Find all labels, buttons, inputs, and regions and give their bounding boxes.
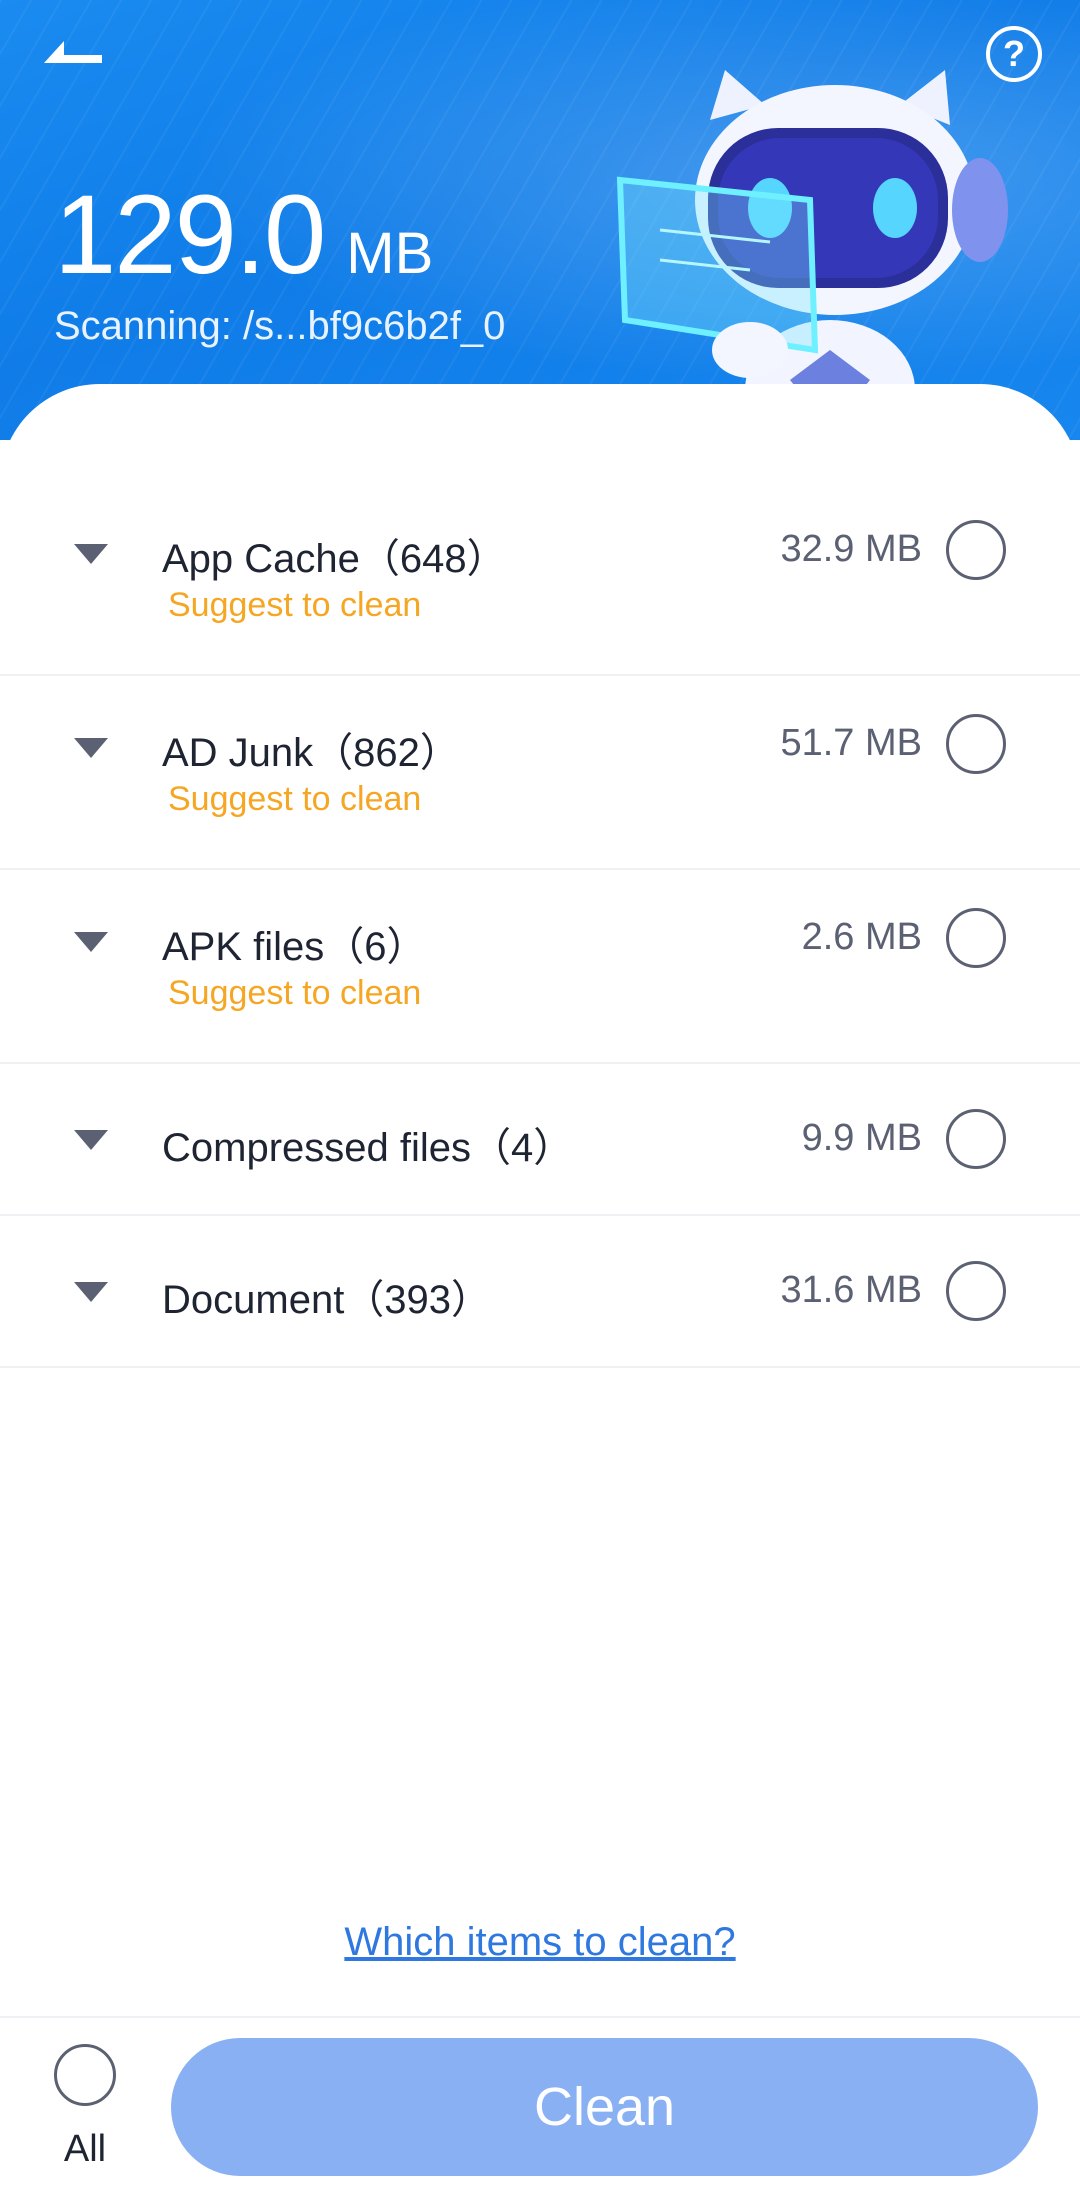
category-row-document[interactable]: Document（393） 31.6 MB (0, 1216, 1080, 1368)
category-size: 31.6 MB (780, 1269, 922, 1311)
caret-down-icon (74, 544, 108, 564)
back-arrow-icon (44, 41, 102, 63)
category-row-compressed-files[interactable]: Compressed files（4） 9.9 MB (0, 1064, 1080, 1216)
caret-down-icon (74, 1130, 108, 1150)
caret-down-icon (74, 1282, 108, 1302)
caret-down-icon (74, 738, 108, 758)
suggest-label: Suggest to clean (168, 974, 422, 1012)
category-title: AD Junk（862） (162, 731, 460, 775)
junk-category-list: App Cache（648） Suggest to clean 32.9 MB … (0, 482, 1080, 1368)
select-all-label: All (63, 2128, 107, 2170)
radio-unchecked-icon[interactable] (946, 520, 1006, 580)
radio-unchecked-icon[interactable] (946, 714, 1006, 774)
back-button[interactable] (38, 30, 108, 74)
radio-unchecked-icon[interactable] (946, 1109, 1006, 1169)
select-all-checkbox[interactable] (54, 2044, 116, 2106)
which-items-link[interactable]: Which items to clean? (0, 1920, 1080, 1965)
category-row-ad-junk[interactable]: AD Junk（862） Suggest to clean 51.7 MB (0, 676, 1080, 870)
scanning-path: Scanning: /s...bf9c6b2f_0 (54, 304, 506, 348)
category-size: 2.6 MB (801, 916, 922, 958)
scanned-size-value: 129.0 (54, 172, 326, 297)
radio-unchecked-icon[interactable] (946, 1261, 1006, 1321)
category-title: APK files（6） (162, 925, 427, 969)
category-title: App Cache（648） (162, 537, 507, 581)
suggest-label: Suggest to clean (168, 780, 422, 818)
scanned-size-unit: MB (346, 221, 434, 286)
scanned-size: 129.0 MB (54, 170, 433, 299)
category-title: Document（393） (162, 1278, 492, 1322)
suggest-label: Suggest to clean (168, 586, 422, 624)
category-size: 51.7 MB (780, 722, 922, 764)
header: ? 129.0 MB Scanning: /s...bf9c6b2f_0 (0, 0, 1080, 440)
clean-button[interactable]: Clean (171, 2038, 1038, 2176)
category-size: 32.9 MB (780, 528, 922, 570)
category-title: Compressed files（4） (162, 1126, 574, 1170)
category-row-app-cache[interactable]: App Cache（648） Suggest to clean 32.9 MB (0, 482, 1080, 676)
caret-down-icon (74, 932, 108, 952)
radio-unchecked-icon[interactable] (946, 908, 1006, 968)
category-size: 9.9 MB (801, 1117, 922, 1159)
bottom-action-bar: All Clean (0, 2016, 1080, 2202)
category-row-apk-files[interactable]: APK files（6） Suggest to clean 2.6 MB (0, 870, 1080, 1064)
robot-mascot-illustration (616, 70, 1008, 440)
